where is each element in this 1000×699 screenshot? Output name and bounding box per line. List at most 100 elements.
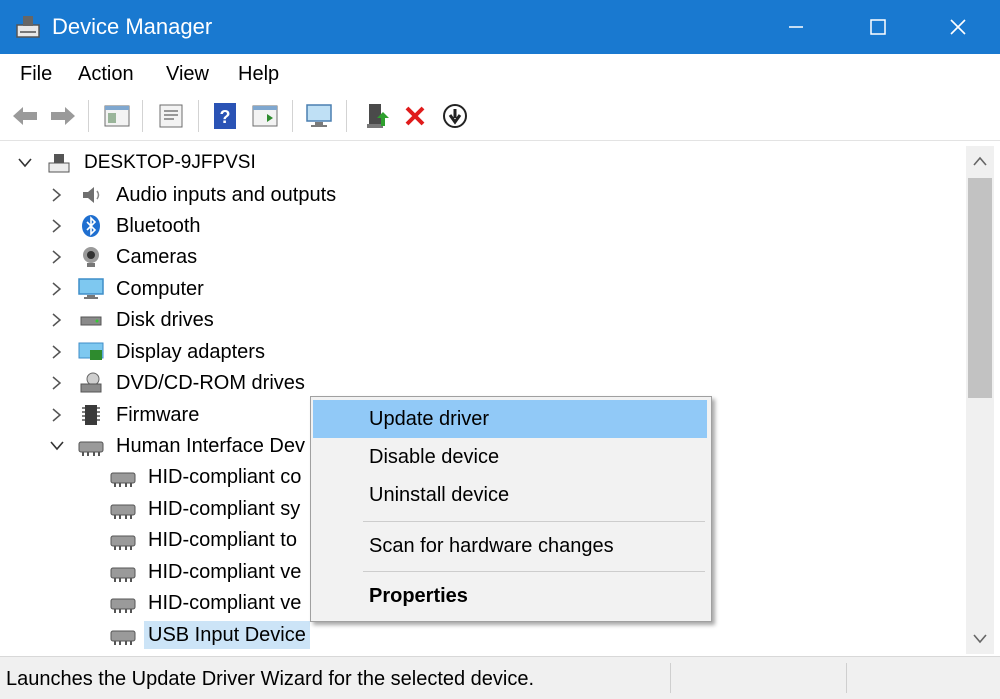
maximize-button[interactable] xyxy=(850,0,906,54)
chevron-right-icon[interactable] xyxy=(46,341,68,363)
uninstall-icon xyxy=(405,106,425,126)
hid-icon xyxy=(110,464,136,490)
tree-item-computer[interactable]: Computer xyxy=(46,274,208,304)
tree-item-label: HID-compliant ve xyxy=(148,592,302,614)
disable-device-icon xyxy=(443,104,467,128)
toolbar: ? xyxy=(0,94,1000,140)
disable-device-button[interactable] xyxy=(438,99,472,133)
hid-icon xyxy=(110,590,136,616)
tree-child-hid-0[interactable]: HID-compliant co xyxy=(110,462,305,492)
scroll-down-button[interactable] xyxy=(966,626,994,652)
tree-item-label: Bluetooth xyxy=(116,215,201,237)
properties-button[interactable] xyxy=(154,99,188,133)
chevron-right-icon[interactable] xyxy=(46,372,68,394)
firmware-icon xyxy=(78,402,104,428)
tree-item-label: Cameras xyxy=(116,246,198,268)
close-button[interactable] xyxy=(930,0,986,54)
chevron-right-icon[interactable] xyxy=(46,309,68,331)
uninstall-button[interactable] xyxy=(398,99,432,133)
chevron-right-icon[interactable] xyxy=(46,184,68,206)
menu-help[interactable]: Help xyxy=(234,60,283,88)
tree-item-label: Display adapters xyxy=(116,341,265,363)
toolbar-separator xyxy=(142,100,143,132)
tree-item-label: USB Input Device xyxy=(144,621,310,649)
context-menu: Update driver Disable device Uninstall d… xyxy=(310,396,712,622)
title-bar[interactable]: Device Manager xyxy=(0,0,1000,54)
help-button[interactable]: ? xyxy=(208,99,242,133)
tree-item-cameras[interactable]: Cameras xyxy=(46,242,201,272)
maximize-icon xyxy=(870,19,886,35)
back-arrow-icon xyxy=(13,107,37,125)
chevron-down-icon xyxy=(973,634,987,644)
menu-bar: File Action View Help xyxy=(0,54,1000,94)
context-disable-device[interactable]: Disable device xyxy=(313,438,707,476)
tree-item-firmware[interactable]: Firmware xyxy=(46,400,203,430)
context-update-driver[interactable]: Update driver xyxy=(313,400,707,438)
tree-item-bluetooth[interactable]: Bluetooth xyxy=(46,211,205,241)
context-scan-hardware[interactable]: Scan for hardware changes xyxy=(313,527,707,565)
action-pane-icon xyxy=(252,105,278,127)
tree-item-label: DVD/CD-ROM drives xyxy=(116,372,305,394)
tree-child-hid-1[interactable]: HID-compliant sy xyxy=(110,494,304,524)
svg-text:?: ? xyxy=(220,107,231,127)
status-divider xyxy=(846,663,847,693)
tree-item-display-adapters[interactable]: Display adapters xyxy=(46,337,269,367)
context-item-label: Properties xyxy=(369,585,468,607)
tree-root[interactable]: DESKTOP-9JFPVSI xyxy=(14,148,260,178)
context-item-label: Disable device xyxy=(369,446,500,468)
hid-icon xyxy=(110,496,136,522)
tree-item-audio[interactable]: Audio inputs and outputs xyxy=(46,180,340,210)
tree-item-dvd-drives[interactable]: DVD/CD-ROM drives xyxy=(46,368,309,398)
toolbar-separator xyxy=(88,100,89,132)
context-separator xyxy=(363,521,705,522)
forward-button[interactable] xyxy=(46,99,80,133)
scan-hardware-button[interactable] xyxy=(302,99,336,133)
tree-item-label: Human Interface Dev xyxy=(116,435,305,457)
chevron-down-icon[interactable] xyxy=(46,435,68,457)
toolbar-separator xyxy=(346,100,347,132)
menu-view[interactable]: View xyxy=(162,60,213,88)
scroll-thumb[interactable] xyxy=(968,178,992,398)
scan-hardware-icon xyxy=(306,104,332,127)
tree-item-hid[interactable]: Human Interface Dev xyxy=(46,431,309,461)
hid-icon xyxy=(78,433,104,459)
tree-child-hid-2[interactable]: HID-compliant to xyxy=(110,525,301,555)
hid-icon xyxy=(110,527,136,553)
close-icon xyxy=(950,19,966,35)
device-manager-window: Device Manager File Action View Help ? D… xyxy=(0,0,1000,699)
context-item-label: Update driver xyxy=(369,408,490,430)
tree-item-disk-drives[interactable]: Disk drives xyxy=(46,305,218,335)
toolbar-separator xyxy=(292,100,293,132)
tree-child-hid-4[interactable]: HID-compliant ve xyxy=(110,588,305,618)
action-pane-button[interactable] xyxy=(248,99,282,133)
tree-item-label: HID-compliant sy xyxy=(148,498,301,520)
menu-action[interactable]: Action xyxy=(74,60,138,88)
tree-child-usb-input-device[interactable]: USB Input Device xyxy=(110,620,310,650)
show-hide-console-tree-button[interactable] xyxy=(100,99,134,133)
speaker-icon xyxy=(78,182,104,208)
monitor-icon xyxy=(78,276,104,302)
tree-item-label: Firmware xyxy=(116,404,200,426)
context-uninstall-device[interactable]: Uninstall device xyxy=(313,476,707,514)
update-driver-icon xyxy=(367,104,389,128)
chevron-right-icon[interactable] xyxy=(46,246,68,268)
bluetooth-icon xyxy=(78,213,104,239)
tree-child-hid-3[interactable]: HID-compliant ve xyxy=(110,557,305,587)
back-button[interactable] xyxy=(8,99,42,133)
update-driver-button[interactable] xyxy=(360,99,394,133)
chevron-right-icon[interactable] xyxy=(46,278,68,300)
context-properties[interactable]: Properties xyxy=(313,577,707,615)
window-title: Device Manager xyxy=(52,14,213,39)
toolbar-separator xyxy=(198,100,199,132)
chevron-right-icon[interactable] xyxy=(46,215,68,237)
scroll-up-button[interactable] xyxy=(966,148,994,174)
tree-root-label: DESKTOP-9JFPVSI xyxy=(84,152,256,173)
camera-icon xyxy=(78,244,104,270)
tree-item-label: HID-compliant co xyxy=(148,466,302,488)
chevron-right-icon[interactable] xyxy=(46,404,68,426)
menu-file[interactable]: File xyxy=(16,60,56,88)
vertical-scrollbar[interactable] xyxy=(966,146,994,654)
chevron-down-icon[interactable] xyxy=(14,152,36,174)
minimize-button[interactable] xyxy=(768,0,824,54)
tree-item-label: Audio inputs and outputs xyxy=(116,184,337,206)
